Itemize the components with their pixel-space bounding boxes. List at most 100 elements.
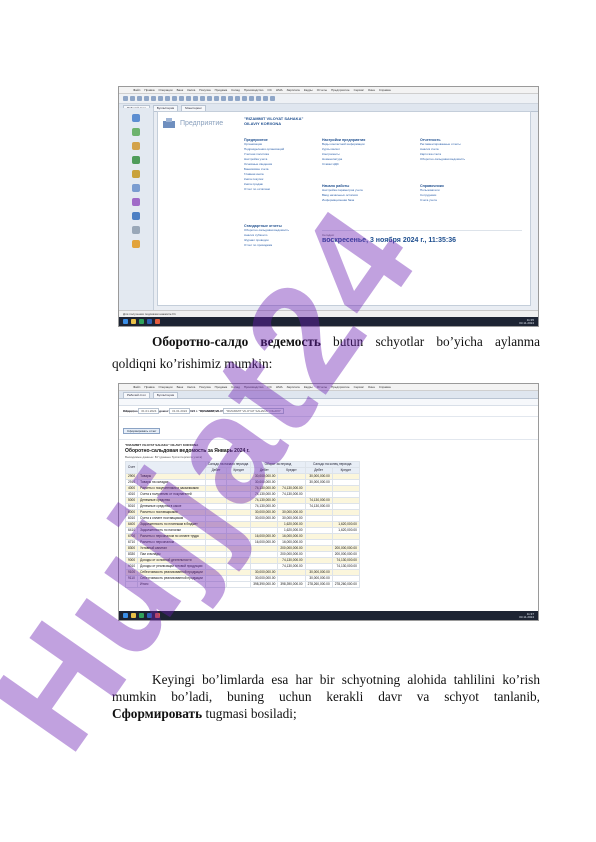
menu-item[interactable]: Предприятие xyxy=(331,87,350,93)
toolbar-button-icon[interactable] xyxy=(256,96,261,101)
menu-item[interactable]: Правка xyxy=(144,384,154,390)
period-from-input[interactable]: 01.01.2024 xyxy=(138,408,160,414)
table-cell: 74,130,000.00 xyxy=(331,563,360,570)
windows-start-icon[interactable] xyxy=(123,319,128,324)
toolbar-button-icon[interactable] xyxy=(235,96,240,101)
toolbar-button-icon[interactable] xyxy=(158,96,163,101)
menu-item[interactable]: Справка xyxy=(379,87,391,93)
menu-item[interactable]: Окна xyxy=(368,384,375,390)
toolbar-button-icon[interactable] xyxy=(179,96,184,101)
menu-item[interactable]: Касса xyxy=(187,87,195,93)
menu-item[interactable]: ОС xyxy=(267,384,272,390)
menu-item[interactable]: Отчеты xyxy=(317,384,327,390)
toolbar-button-icon[interactable] xyxy=(186,96,191,101)
link-item[interactable]: Отчет по проводкам xyxy=(244,243,324,248)
menu-item[interactable]: Сервис xyxy=(354,384,364,390)
warehouse-icon[interactable] xyxy=(132,142,140,150)
link-item[interactable]: Отчет по остаткам xyxy=(244,187,324,192)
toolbar-button-icon[interactable] xyxy=(151,96,156,101)
toolbar-button-icon[interactable] xyxy=(228,96,233,101)
toolbar-button-icon[interactable] xyxy=(221,96,226,101)
menu-item[interactable]: ОС xyxy=(267,87,272,93)
browser-icon[interactable] xyxy=(139,613,144,618)
toolbar-button-icon[interactable] xyxy=(130,96,135,101)
toolbar-button-icon[interactable] xyxy=(263,96,268,101)
toolbar-button-icon[interactable] xyxy=(137,96,142,101)
toolbar-button-icon[interactable] xyxy=(144,96,149,101)
onec-icon[interactable] xyxy=(155,319,160,324)
home-icon[interactable] xyxy=(132,114,140,122)
menu-item[interactable]: Продажа xyxy=(215,87,228,93)
menu-item[interactable]: Сервис xyxy=(354,87,364,93)
onec-icon[interactable] xyxy=(155,613,160,618)
document-icon[interactable] xyxy=(132,198,140,206)
menu-item[interactable]: Зарплата xyxy=(287,384,300,390)
user-icon[interactable] xyxy=(132,156,140,164)
folder-icon[interactable] xyxy=(131,319,136,324)
menu-item[interactable]: НМА xyxy=(276,384,283,390)
menu-item[interactable]: Зарплата xyxy=(287,87,300,93)
menu-item[interactable]: Производство xyxy=(244,384,264,390)
menu-item[interactable]: Покупка xyxy=(199,384,210,390)
link-item[interactable]: Информационная база xyxy=(322,198,402,203)
menu-item[interactable]: Склад xyxy=(231,87,240,93)
menu-item[interactable]: Касса xyxy=(187,384,195,390)
menu-item[interactable]: Файл xyxy=(133,87,140,93)
toolbar-button-icon[interactable] xyxy=(249,96,254,101)
toolbar-button-icon[interactable] xyxy=(123,96,128,101)
toolbar-button-icon[interactable] xyxy=(270,96,275,101)
menu-bar: Файл Правка Операции Банк Касса Покупка Продаж… xyxy=(119,87,538,94)
col-closing-balance: Сальдо на конец периода xyxy=(304,461,360,468)
menu-item[interactable]: Файл xyxy=(133,384,140,390)
menu-item[interactable]: Производство xyxy=(244,87,264,93)
toolbar-button-icon[interactable] xyxy=(214,96,219,101)
menu-item[interactable]: Кадры xyxy=(304,384,313,390)
link-item[interactable]: Счета учета xyxy=(420,198,500,203)
browser-icon[interactable] xyxy=(139,319,144,324)
table-cell: 30,000,000.00 xyxy=(250,509,279,516)
menu-item[interactable]: Банк xyxy=(177,384,184,390)
money-icon[interactable] xyxy=(132,170,140,178)
org-select[interactable]: "RIZAMMIT VILOYAT SAHAKA" OILAVIY xyxy=(223,408,284,414)
bank-icon[interactable] xyxy=(132,128,140,136)
menu-item[interactable]: НМА xyxy=(276,87,283,93)
report-icon[interactable] xyxy=(132,212,140,220)
enterprise-icon xyxy=(163,118,175,128)
toolbar-button-icon[interactable] xyxy=(207,96,212,101)
menu-item[interactable]: Отчеты xyxy=(317,87,327,93)
menu-item[interactable]: Окна xyxy=(368,87,375,93)
toolbar-button-icon[interactable] xyxy=(172,96,177,101)
table-row[interactable]: Итого 398,390,000.00 398,390,000.00 278,260… xyxy=(124,581,360,588)
settings-icon[interactable] xyxy=(132,226,140,234)
period-to-input[interactable]: 31.01.2024 xyxy=(169,408,191,414)
menu-item[interactable]: Банк xyxy=(177,87,184,93)
menu-item[interactable]: Покупка xyxy=(199,87,210,93)
menu-item[interactable]: Справка xyxy=(379,384,391,390)
menu-item[interactable]: Операции xyxy=(159,384,173,390)
word-icon[interactable] xyxy=(147,613,152,618)
table-cell: 74,130,000.00 xyxy=(277,485,306,492)
toolbar-button-icon[interactable] xyxy=(242,96,247,101)
tab-desktop[interactable]: Рабочий стол xyxy=(123,392,150,398)
org-name-line2[interactable]: OILAVIY KORXONA xyxy=(244,121,303,126)
screenshot-1cc-desktop: Файл Правка Операции Банк Касса Покупка Продаж… xyxy=(118,86,539,327)
toolbar-button-icon[interactable] xyxy=(193,96,198,101)
menu-item[interactable]: Предприятие xyxy=(331,384,350,390)
link-item[interactable]: Ставки НДС xyxy=(322,162,394,167)
menu-item[interactable]: Правка xyxy=(144,87,154,93)
form-report-button[interactable]: Сформировать отчет xyxy=(123,428,161,434)
toolbar-button-icon[interactable] xyxy=(165,96,170,101)
chart-icon[interactable] xyxy=(132,184,140,192)
help-icon[interactable] xyxy=(132,240,140,248)
menu-item[interactable]: Склад xyxy=(231,384,240,390)
menu-item[interactable]: Кадры xyxy=(304,87,313,93)
toolbar-button-icon[interactable] xyxy=(200,96,205,101)
menu-item[interactable]: Продажа xyxy=(215,384,228,390)
windows-start-icon[interactable] xyxy=(123,613,128,618)
word-icon[interactable] xyxy=(147,319,152,324)
folder-icon[interactable] xyxy=(131,613,136,618)
tab-accounting[interactable]: Бухгалтерия xyxy=(152,392,179,398)
report-body: "RIZAMMIT VILOYAT SAHAKA" OILAVIY KORXON… xyxy=(119,440,538,588)
menu-item[interactable]: Операции xyxy=(159,87,173,93)
link-item[interactable]: Оборотно-сальдовая ведомость xyxy=(420,157,500,162)
